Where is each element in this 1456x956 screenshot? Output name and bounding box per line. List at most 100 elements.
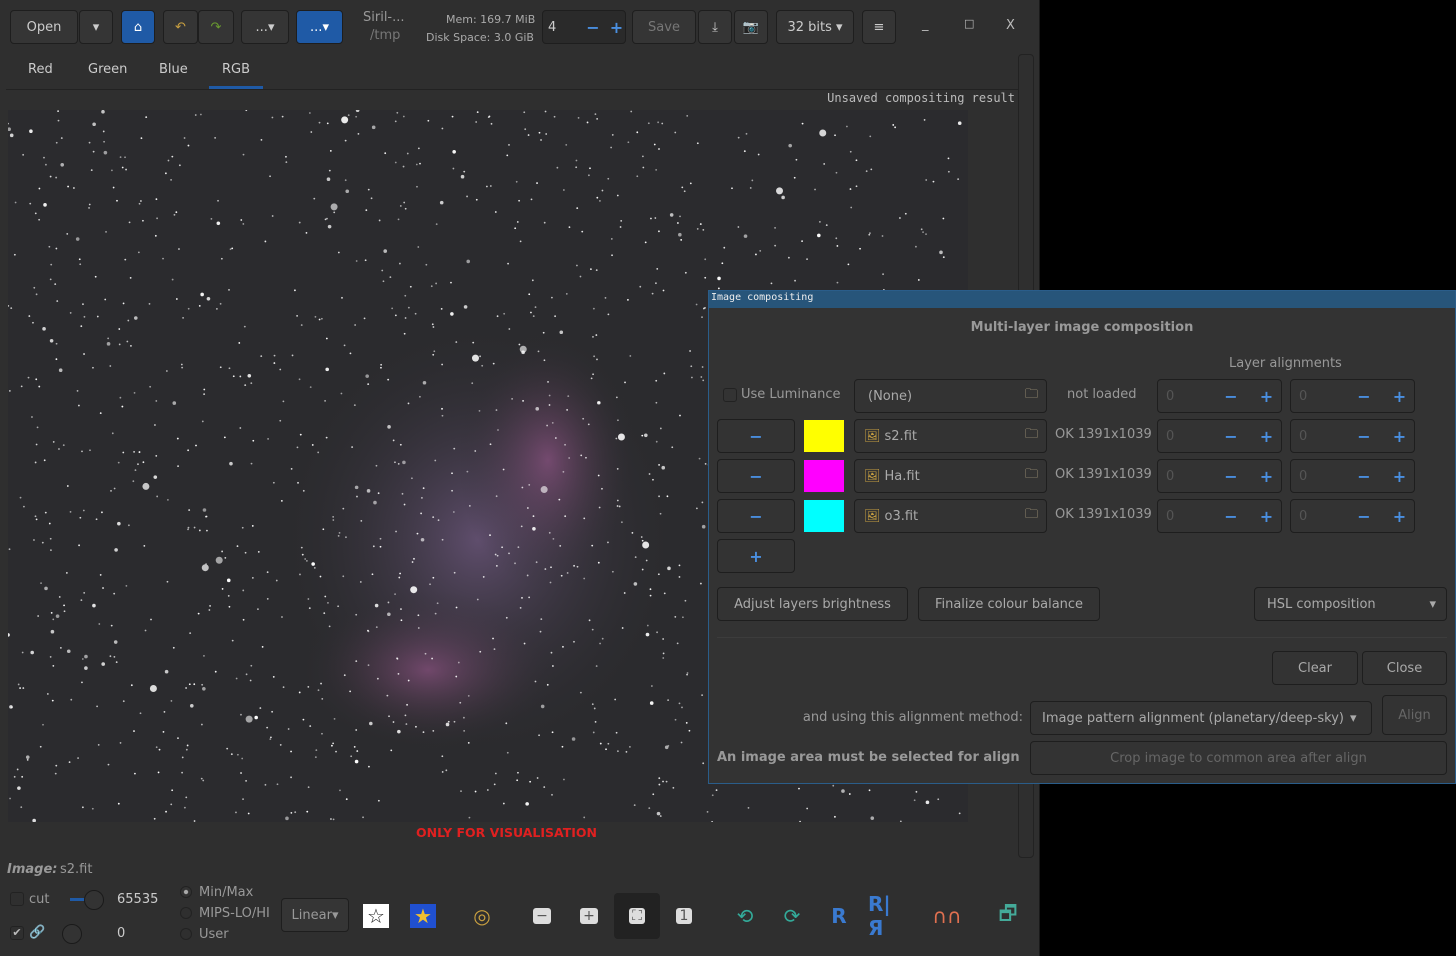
star (467, 741, 470, 744)
layer-file-name: s2.fit (884, 428, 917, 444)
mirror-y-button[interactable]: R|Я (868, 892, 904, 940)
screenshot-button[interactable]: 📷 (734, 10, 768, 44)
minus-icon[interactable]: − (1357, 467, 1370, 486)
zoom-fit-button[interactable]: ⛶ (614, 893, 660, 939)
radio-mips[interactable] (180, 907, 192, 919)
false-color-button[interactable]: ★ (405, 898, 441, 934)
plus-icon[interactable]: + (1260, 387, 1273, 406)
star (79, 263, 82, 266)
high-slider[interactable] (84, 890, 104, 910)
star (89, 449, 91, 452)
tab-rgb[interactable]: RGB (222, 62, 250, 77)
star (490, 122, 493, 125)
plus-icon[interactable]: + (1260, 507, 1273, 526)
remove-layer-button[interactable]: − (717, 419, 795, 453)
close-dialog-button[interactable]: Close (1362, 651, 1447, 685)
lum-x-spinner[interactable]: 0 − + (1157, 379, 1282, 413)
finalize-colour-balance-button[interactable]: Finalize colour balance (918, 587, 1100, 621)
scripts-menu-button[interactable]: ... ▾ (241, 10, 289, 44)
save-button[interactable]: Save (632, 10, 696, 44)
star (432, 516, 435, 518)
minimize-button[interactable]: _ (922, 17, 929, 32)
use-luminance-checkbox[interactable] (723, 388, 737, 402)
align-method-dropdown[interactable]: Image pattern alignment (planetary/deep-… (1030, 701, 1372, 735)
tab-green[interactable]: Green (88, 62, 127, 77)
radio-minmax[interactable] (180, 886, 192, 898)
minus-icon[interactable]: − (586, 18, 599, 37)
adjust-brightness-button[interactable]: Adjust layers brightness (717, 587, 908, 621)
minus-icon[interactable]: − (1224, 387, 1237, 406)
processing-menu-button[interactable]: ... ▾ (296, 10, 343, 44)
layer-y-spinner[interactable]: 0 − + (1290, 499, 1415, 533)
chevron-down-icon: ▾ (1429, 596, 1436, 612)
maximize-button[interactable]: □ (964, 17, 974, 30)
radio-user[interactable] (180, 928, 192, 940)
tab-blue[interactable]: Blue (159, 62, 188, 77)
zoom-one-button[interactable]: 1 (666, 898, 702, 934)
open-dropdown-button[interactable]: ▾ (79, 10, 113, 44)
scale-dropdown[interactable]: Linear ▾ (281, 898, 349, 932)
minus-icon[interactable]: − (1357, 387, 1370, 406)
minus-icon[interactable]: − (1357, 507, 1370, 526)
rotate-left-button[interactable]: ⟲ (727, 898, 763, 934)
star (337, 534, 340, 537)
layer-color-swatch[interactable] (804, 420, 844, 452)
minus-icon[interactable]: − (1224, 427, 1237, 446)
layer-file-chooser[interactable]: 🖼 Ha.fit 🗀 (854, 459, 1047, 493)
layer-color-swatch[interactable] (804, 460, 844, 492)
snapshot-button[interactable]: ⤓ (698, 10, 732, 44)
rotate-right-button[interactable]: ⟳ (774, 898, 810, 934)
tab-red[interactable]: Red (28, 62, 53, 77)
plus-icon[interactable]: + (1260, 427, 1273, 446)
minus-icon[interactable]: − (1224, 467, 1237, 486)
redo-button[interactable]: ↷ (198, 10, 234, 44)
plus-icon[interactable]: + (610, 18, 623, 37)
layer-y-spinner[interactable]: 0 − + (1290, 419, 1415, 453)
crop-after-align-checkbox[interactable]: Crop image to common area after align (1030, 741, 1447, 775)
low-slider[interactable] (62, 924, 82, 944)
undo-button[interactable]: ↶ (163, 10, 198, 44)
close-button[interactable]: X (1006, 18, 1015, 33)
zoom-out-button[interactable]: − (524, 898, 560, 934)
image-stack-button[interactable]: 🗗 (990, 898, 1026, 934)
open-button[interactable]: Open (10, 10, 78, 44)
layer-color-swatch[interactable] (804, 500, 844, 532)
layer-x-spinner[interactable]: 0 − + (1157, 459, 1282, 493)
hamburger-menu-button[interactable]: ≡ (862, 10, 896, 44)
negative-view-button[interactable]: ☆ (358, 898, 394, 934)
layer-y-spinner[interactable]: 0 − + (1290, 459, 1415, 493)
remove-layer-button[interactable]: − (717, 459, 795, 493)
remove-layer-button[interactable]: − (717, 499, 795, 533)
lum-y-spinner[interactable]: 0 − + (1290, 379, 1415, 413)
star (170, 700, 173, 702)
plus-icon[interactable]: + (1393, 427, 1406, 446)
star (355, 729, 358, 731)
plus-icon[interactable]: + (1393, 467, 1406, 486)
photometry-button[interactable]: ◎ (464, 898, 500, 934)
star (230, 753, 233, 756)
composition-mode-dropdown[interactable]: HSL composition ▾ (1254, 587, 1447, 621)
star (46, 693, 49, 695)
threads-spinner[interactable]: 4 − + (542, 10, 626, 44)
histogram-button[interactable]: ∩∩ (929, 898, 965, 934)
plus-icon[interactable]: + (1393, 387, 1406, 406)
layer-x-spinner[interactable]: 0 − + (1157, 419, 1282, 453)
link-checkbox[interactable]: ✔ (10, 926, 24, 940)
cut-checkbox[interactable] (10, 892, 24, 906)
plus-icon[interactable]: + (1260, 467, 1273, 486)
add-layer-button[interactable]: + (717, 539, 795, 573)
layer-file-chooser[interactable]: 🖼 s2.fit 🗀 (854, 419, 1047, 453)
align-button[interactable]: Align (1382, 695, 1447, 735)
home-button[interactable]: ⌂ (121, 10, 155, 44)
minus-icon[interactable]: − (1357, 427, 1370, 446)
layer-x-spinner[interactable]: 0 − + (1157, 499, 1282, 533)
bit-depth-dropdown[interactable]: 32 bits ▾ (776, 10, 854, 44)
zoom-in-button[interactable]: + (571, 898, 607, 934)
minus-icon[interactable]: − (1224, 507, 1237, 526)
star (485, 185, 488, 188)
luminance-file-chooser[interactable]: (None) 🗀 (854, 379, 1047, 413)
clear-button[interactable]: Clear (1272, 651, 1358, 685)
layer-file-chooser[interactable]: 🖼 o3.fit 🗀 (854, 499, 1047, 533)
plus-icon[interactable]: + (1393, 507, 1406, 526)
mirror-x-button[interactable]: R (821, 898, 857, 934)
